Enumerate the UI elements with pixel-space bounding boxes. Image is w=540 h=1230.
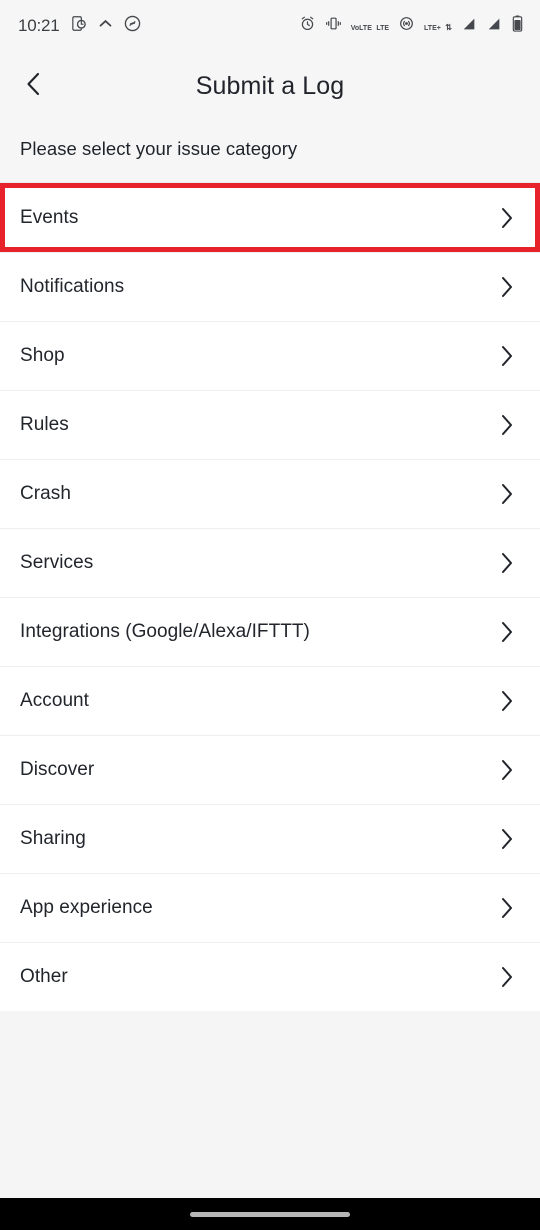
chevron-up-icon <box>97 15 114 37</box>
chevron-right-icon <box>496 207 518 229</box>
list-item[interactable]: Sharing <box>0 804 540 873</box>
list-item-label: Rules <box>20 414 69 435</box>
signal-bars-2-icon <box>486 16 502 37</box>
list-item[interactable]: Discover <box>0 735 540 804</box>
list-item-label: App experience <box>20 897 153 918</box>
app-header: Submit a Log <box>0 52 540 120</box>
chevron-right-icon <box>496 552 518 574</box>
battery-icon <box>511 15 524 37</box>
list-item[interactable]: Services <box>0 528 540 597</box>
status-bar-left: 10:21 <box>18 15 141 37</box>
chevron-right-icon <box>496 345 518 367</box>
chevron-right-icon <box>496 621 518 643</box>
screenshot-phone-icon <box>70 15 87 37</box>
list-item[interactable]: Other <box>0 942 540 1011</box>
issue-category-list: Events Notifications Shop Rules Crash Service… <box>0 182 540 1011</box>
chevron-left-icon <box>23 71 45 102</box>
vibrate-icon <box>325 15 342 37</box>
lte-arrows-icon: ⇅ <box>445 23 452 32</box>
list-item-label: Account <box>20 690 90 711</box>
list-item-label: Integrations (Google/Alexa/IFTTT) <box>20 621 310 642</box>
lte-plus-label: LTE+ <box>424 25 441 32</box>
list-item-label: Events <box>20 206 79 228</box>
list-item[interactable]: Crash <box>0 459 540 528</box>
volte-line-1: VoLTE <box>350 25 372 32</box>
list-item-label: Crash <box>20 483 71 504</box>
list-item[interactable]: Rules <box>0 390 540 459</box>
phone-screen: 10:21 VoLTE LTE LTE+ ⇅ Submit a Log Plea… <box>0 0 540 1230</box>
list-item[interactable]: Events <box>0 183 540 252</box>
chevron-right-icon <box>496 690 518 712</box>
status-bar-right: VoLTE LTE LTE+ ⇅ <box>299 15 524 37</box>
list-item-label: Sharing <box>20 828 86 849</box>
status-bar: 10:21 VoLTE LTE LTE+ ⇅ <box>0 0 540 52</box>
volte-line-2: LTE <box>376 25 390 32</box>
chevron-right-icon <box>496 276 518 298</box>
back-button[interactable] <box>14 66 54 106</box>
list-item[interactable]: Integrations (Google/Alexa/IFTTT) <box>0 597 540 666</box>
page-title: Submit a Log <box>195 71 345 100</box>
shazam-icon <box>124 15 141 37</box>
chevron-right-icon <box>496 897 518 919</box>
lte-plus-icon: LTE+ ⇅ <box>424 17 452 35</box>
subtitle-section: Please select your issue category <box>0 120 540 182</box>
chevron-right-icon <box>496 966 518 988</box>
status-bar-clock: 10:21 <box>18 16 60 35</box>
list-item[interactable]: App experience <box>0 873 540 942</box>
list-item-label: Discover <box>20 759 95 780</box>
list-item-label: Shop <box>20 345 65 366</box>
list-item[interactable]: Shop <box>0 321 540 390</box>
chevron-right-icon <box>496 828 518 850</box>
chevron-right-icon <box>496 414 518 436</box>
home-indicator-pill[interactable] <box>190 1211 350 1217</box>
volte-icon: VoLTE LTE <box>351 17 389 35</box>
signal-bars-icon <box>461 16 477 37</box>
chevron-right-icon <box>496 483 518 505</box>
list-item-label: Notifications <box>20 276 125 297</box>
chevron-right-icon <box>496 759 518 781</box>
system-navigation-bar <box>0 1198 540 1230</box>
hotspot-icon <box>398 15 415 37</box>
alarm-clock-icon <box>299 15 316 37</box>
list-item[interactable]: Account <box>0 666 540 735</box>
list-item-label: Other <box>20 966 68 987</box>
list-item[interactable]: Notifications <box>0 252 540 321</box>
list-item-label: Services <box>20 552 94 573</box>
subtitle-text: Please select your issue category <box>20 138 298 159</box>
